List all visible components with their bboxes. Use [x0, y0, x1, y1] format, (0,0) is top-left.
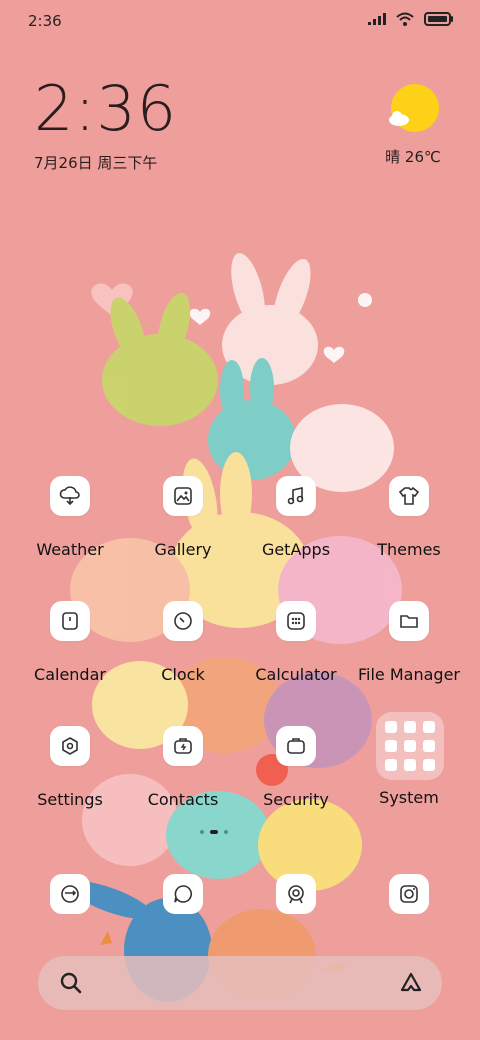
page-dot — [224, 830, 228, 834]
folder-app-icon — [423, 759, 435, 771]
app-file-manager[interactable]: File Manager — [354, 601, 464, 684]
message-icon — [174, 885, 192, 903]
app-label: Calendar — [34, 665, 106, 684]
folder-app-icon — [404, 759, 416, 771]
clock-widget[interactable]: 2:36 7月26日 周三下午 — [34, 78, 177, 173]
app-clock[interactable]: Clock — [128, 601, 238, 684]
assistant-icon[interactable] — [398, 970, 424, 996]
app-weather[interactable]: Weather — [15, 476, 125, 559]
folder-app-icon — [385, 740, 397, 752]
weather-icon — [50, 476, 90, 516]
app-label: Calculator — [255, 665, 337, 684]
gallery-icon — [163, 476, 203, 516]
clock-icon — [163, 601, 203, 641]
browser-icon — [288, 885, 304, 904]
dock-browser[interactable] — [276, 874, 316, 914]
security-icon — [276, 726, 316, 766]
clock-date: 7月26日 周三下午 — [34, 154, 158, 172]
page-dot-active — [210, 830, 218, 834]
clock-time: 2:36 — [34, 72, 178, 145]
search-bar[interactable] — [38, 956, 442, 1010]
folder-app-icon — [385, 759, 397, 771]
app-label: Security — [263, 790, 329, 809]
app-label: File Manager — [358, 665, 460, 684]
gear-icon — [50, 726, 90, 766]
app-label: GetApps — [261, 540, 331, 559]
app-label: Contacts — [147, 790, 219, 809]
sun-cloud-icon — [387, 84, 439, 136]
app-label: Themes — [377, 540, 441, 559]
page-indicator[interactable] — [200, 830, 228, 834]
folder-app-icon — [404, 721, 416, 733]
app-settings[interactable]: Settings — [15, 726, 125, 809]
page-dot — [200, 830, 204, 834]
battery-icon — [424, 12, 453, 26]
contacts-icon — [163, 726, 203, 766]
camera-icon — [400, 885, 418, 903]
folder-app-icon — [423, 740, 435, 752]
signal-icon — [368, 13, 386, 25]
wifi-icon — [396, 12, 414, 26]
app-getapps[interactable]: GetApps — [241, 476, 351, 559]
dock-phone[interactable] — [50, 874, 90, 914]
search-icon[interactable] — [58, 970, 84, 996]
app-calculator[interactable]: Calculator — [241, 601, 351, 684]
app-gallery[interactable]: Gallery — [128, 476, 238, 559]
app-label: Weather — [36, 540, 104, 559]
folder-app-icon — [423, 721, 435, 733]
music-note-icon — [276, 476, 316, 516]
dock-message[interactable] — [163, 874, 203, 914]
folder-label: System — [379, 788, 439, 807]
status-time: 2:36 — [28, 12, 62, 30]
app-label: Settings — [37, 790, 103, 809]
shirt-icon — [389, 476, 429, 516]
app-security[interactable]: Security — [241, 726, 351, 809]
status-bar: 2:36 — [0, 0, 480, 42]
calculator-icon — [276, 601, 316, 641]
dock-camera[interactable] — [389, 874, 429, 914]
folder-app-icon — [385, 721, 397, 733]
app-label: Clock — [161, 665, 205, 684]
status-icons — [368, 12, 454, 26]
app-calendar[interactable]: Calendar — [15, 601, 125, 684]
weather-widget[interactable]: 晴 26℃ — [382, 84, 444, 167]
folder-icon — [389, 601, 429, 641]
app-contacts[interactable]: Contacts — [128, 726, 238, 809]
calendar-icon — [50, 601, 90, 641]
app-themes[interactable]: Themes — [354, 476, 464, 559]
folder-app-icon — [404, 740, 416, 752]
app-label: Gallery — [154, 540, 212, 559]
phone-icon — [61, 885, 79, 903]
weather-condition-temp: 晴 26℃ — [385, 148, 441, 166]
folder-system[interactable] — [376, 712, 444, 780]
